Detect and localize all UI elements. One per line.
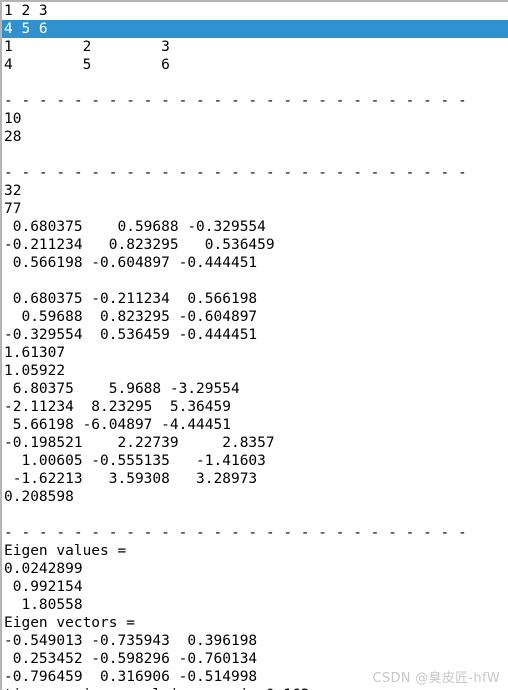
console-line[interactable]: 1.05922 [2, 362, 508, 380]
console-line[interactable]: 0.208598 [2, 488, 508, 506]
console-line[interactable]: 1 2 3 [2, 38, 508, 56]
console-line[interactable]: 32 [2, 182, 508, 200]
console-line[interactable]: -0.211234 0.823295 0.536459 [2, 236, 508, 254]
console-line[interactable] [2, 74, 508, 92]
console-line[interactable] [2, 146, 508, 164]
console-line[interactable]: 10 [2, 110, 508, 128]
console-line[interactable]: -0.549013 -0.735943 0.396198 [2, 632, 508, 650]
console-line[interactable]: - - - - - - - - - - - - - - - - - - - - … [2, 524, 508, 542]
console-line[interactable]: 0.992154 [2, 578, 508, 596]
console-output-area[interactable]: 1 2 34 5 61 2 34 5 6- - - - - - - - - - … [2, 2, 508, 690]
console-line[interactable]: time use in normal inverse is 0.162ms [2, 686, 508, 690]
console-window[interactable]: 1 2 34 5 61 2 34 5 6- - - - - - - - - - … [0, 0, 508, 690]
console-line[interactable]: 5.66198 -6.04897 -4.44451 [2, 416, 508, 434]
console-line[interactable]: 1.00605 -0.555135 -1.41603 [2, 452, 508, 470]
console-line[interactable]: -2.11234 8.23295 5.36459 [2, 398, 508, 416]
console-line[interactable]: Eigen values = [2, 542, 508, 560]
console-line[interactable]: 77 [2, 200, 508, 218]
console-line[interactable]: 0.680375 0.59688 -0.329554 [2, 218, 508, 236]
console-line[interactable]: -0.198521 2.22739 2.8357 [2, 434, 508, 452]
console-line[interactable]: 0.0242899 [2, 560, 508, 578]
console-line[interactable]: 1.61307 [2, 344, 508, 362]
console-line-selected[interactable]: 4 5 6 [2, 20, 508, 38]
console-line[interactable]: -0.329554 0.536459 -0.444451 [2, 326, 508, 344]
console-line[interactable]: - - - - - - - - - - - - - - - - - - - - … [2, 92, 508, 110]
console-line[interactable] [2, 506, 508, 524]
console-line[interactable]: 0.59688 0.823295 -0.604897 [2, 308, 508, 326]
console-line[interactable] [2, 272, 508, 290]
console-line[interactable]: Eigen vectors = [2, 614, 508, 632]
console-line[interactable]: 6.80375 5.9688 -3.29554 [2, 380, 508, 398]
console-line[interactable]: - - - - - - - - - - - - - - - - - - - - … [2, 164, 508, 182]
console-line[interactable]: 0.253452 -0.598296 -0.760134 [2, 650, 508, 668]
console-line[interactable]: -1.62213 3.59308 3.28973 [2, 470, 508, 488]
console-line[interactable]: 0.680375 -0.211234 0.566198 [2, 290, 508, 308]
console-line[interactable]: 1.80558 [2, 596, 508, 614]
console-line[interactable]: 0.566198 -0.604897 -0.444451 [2, 254, 508, 272]
console-line[interactable]: 28 [2, 128, 508, 146]
console-line[interactable]: -0.796459 0.316906 -0.514998 [2, 668, 508, 686]
console-line[interactable]: 1 2 3 [2, 2, 508, 20]
console-line[interactable]: 4 5 6 [2, 56, 508, 74]
